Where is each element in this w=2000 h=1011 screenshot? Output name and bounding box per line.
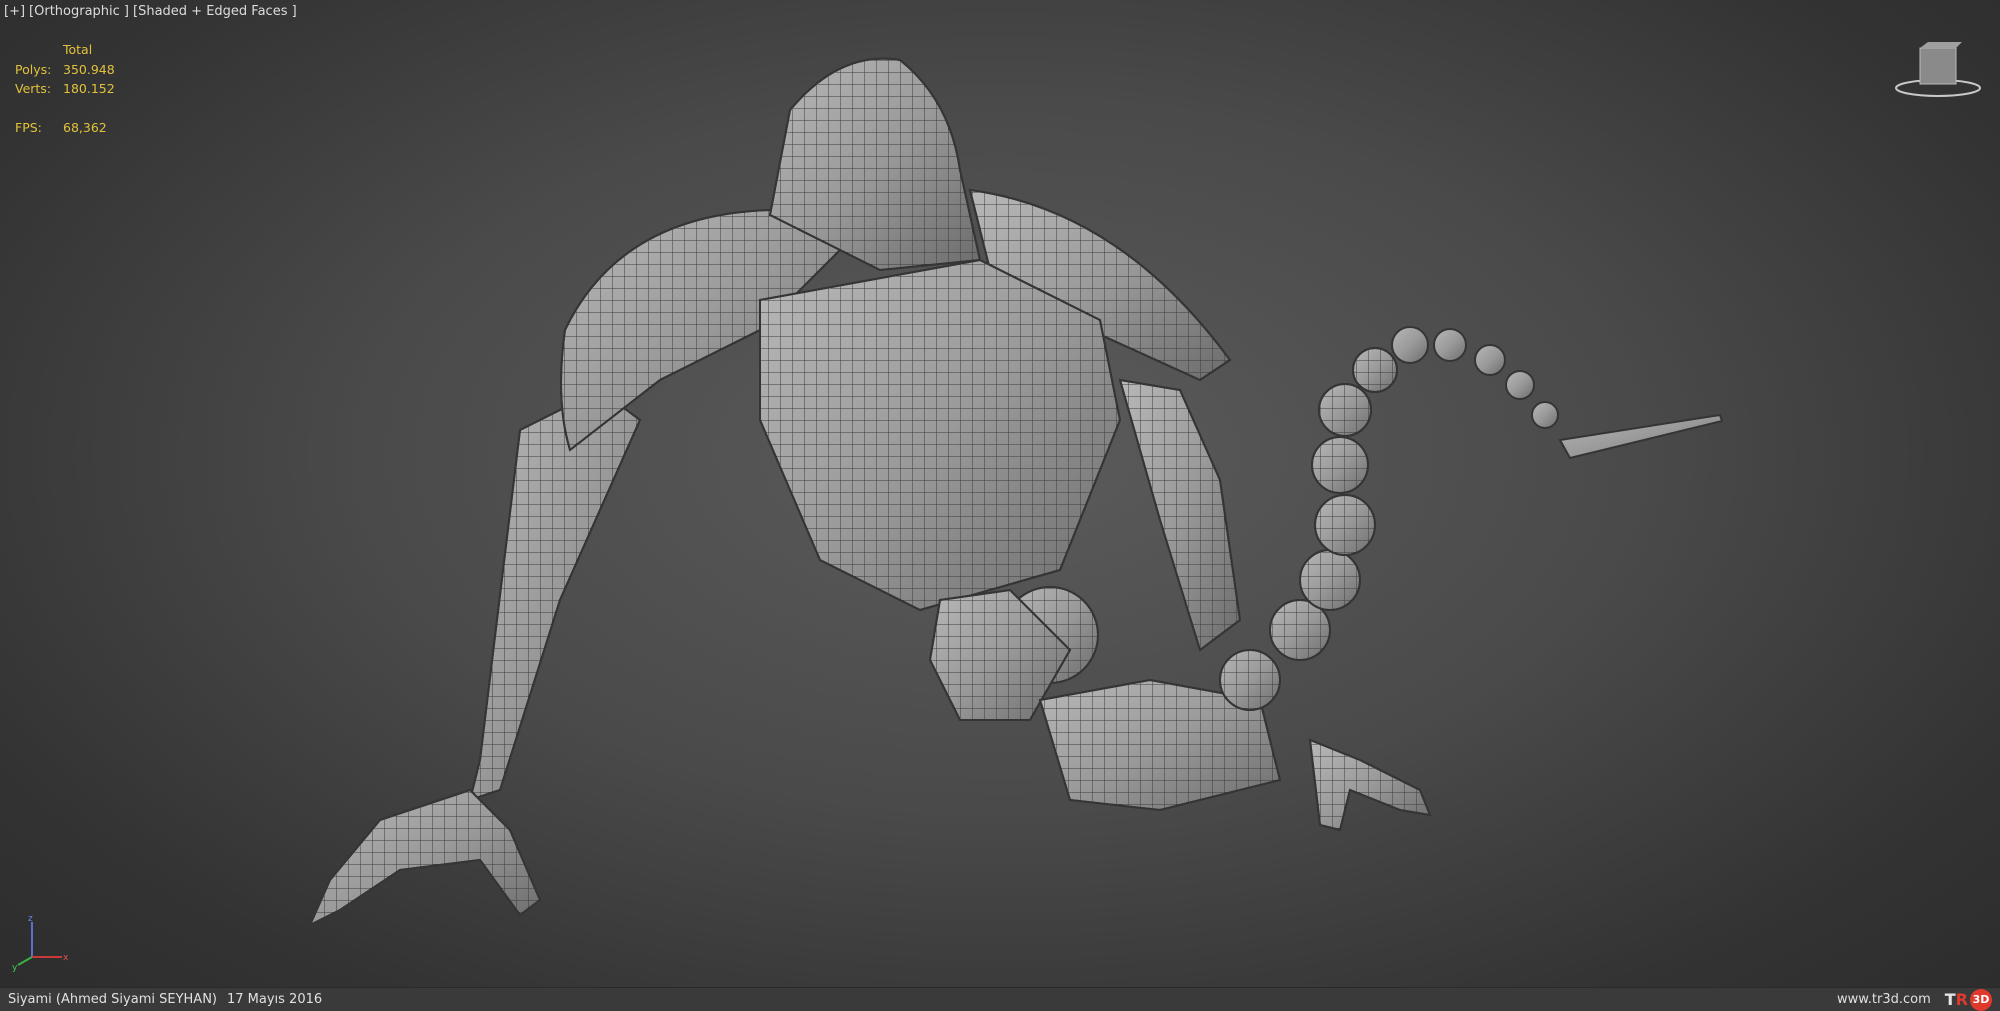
axis-gizmo-icon: z x y <box>12 914 69 972</box>
robot-mesh-model[interactable] <box>0 0 2000 987</box>
logo-r: R <box>1955 990 1968 1009</box>
logo-t: T <box>1944 990 1956 1009</box>
mesh-parts <box>307 57 1724 928</box>
author-credit: Siyami (Ahmed Siyami SEYHAN) <box>8 992 217 1007</box>
axis-x-label: x <box>63 953 69 963</box>
axis-z-label: z <box>28 914 33 924</box>
tr3d-logo: T R 3D <box>1944 988 1992 1011</box>
status-bar: Siyami (Ahmed Siyami SEYHAN) 17 Mayıs 20… <box>0 987 2000 1011</box>
viewcube-icon[interactable] <box>1890 40 1990 100</box>
3d-viewport[interactable]: [+] [Orthographic ] [Shaded + Edged Face… <box>0 0 2000 987</box>
website-link[interactable]: www.tr3d.com <box>1837 992 1931 1007</box>
tail-mesh <box>1219 326 1724 711</box>
axis-y-label: y <box>12 963 18 972</box>
logo-3d: 3D <box>1970 988 1992 1011</box>
render-date: 17 Mayıs 2016 <box>226 992 323 1007</box>
